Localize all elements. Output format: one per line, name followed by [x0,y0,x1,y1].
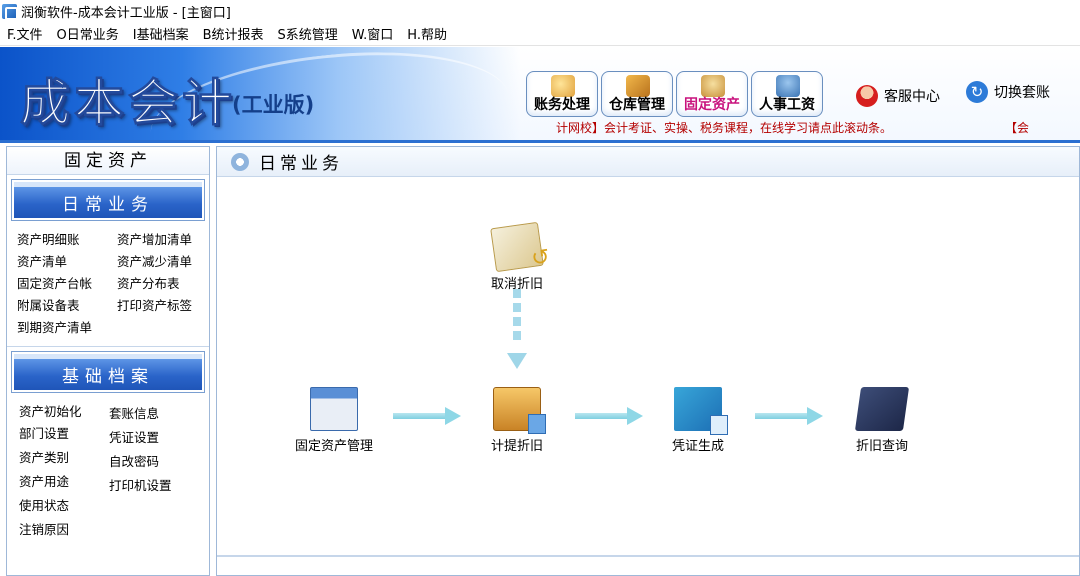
header-banner: 成本会计 (工业版) 账务处理 仓库管理 固定资产 人事工资 客服中心 ↻ 切换… [0,36,1080,194]
app-icon [2,3,18,20]
link-department-settings[interactable]: 部门设置 [19,423,69,442]
scrolling-ticker[interactable]: 计网校】会计考证、实操、税务课程，在线学习请点此滚动条。 [556,119,892,136]
sidebar-title: 固定资产 [7,147,209,175]
daily-business-links: 资产明细账 资产增加清单 资产清单 资产减少清单 固定资产台帐 资产分布表 附属… [7,221,209,347]
title-bar: 润衡软件-成本会计工业版 - [主窗口] [0,0,1080,22]
flow-node-label: 折旧查询 [855,439,908,454]
menu-window[interactable]: W.窗口 [345,24,401,43]
daily-business-section-title: 日常业务 [14,182,202,218]
link-asset-decrease-list[interactable]: 资产减少清单 [117,251,192,270]
switch-account-set-label: 切换套账 [994,85,1050,101]
module-hr-payroll-button[interactable]: 人事工资 [751,71,823,117]
daily-business-section-header[interactable]: 日常业务 [11,179,205,221]
module-label: 人事工资 [759,97,815,113]
refresh-icon: ↻ [966,81,988,103]
menu-basic-records[interactable]: I基础档案 [126,24,196,43]
flow-node-label: 凭证生成 [671,439,724,454]
accrue-depreciation-icon [493,387,546,434]
module-fixed-assets-button[interactable]: 固定资产 [676,71,748,117]
customer-service-label: 客服中心 [884,89,940,105]
module-label: 固定资产 [684,97,740,113]
main-panel-footer-divider [217,555,1079,557]
link-asset-initialization[interactable]: 资产初始化 [19,401,82,420]
menu-help[interactable]: H.帮助 [400,24,454,43]
main-panel: 日常业务 取消折旧 固定资产管理 计提折旧 凭证生成 折旧查询 [216,146,1080,576]
flow-node-generate-voucher[interactable]: 凭证生成 [643,387,753,454]
link-asset-categories[interactable]: 资产类别 [19,447,69,466]
menu-file[interactable]: F.文件 [0,24,50,43]
basic-records-section-title: 基础档案 [14,354,202,390]
fixed-asset-management-icon [310,387,358,431]
main-panel-header: 日常业务 [217,147,1079,177]
menu-daily-business[interactable]: O日常业务 [50,24,126,43]
module-warehouse-button[interactable]: 仓库管理 [601,71,673,117]
customer-service-icon [856,85,878,107]
section-bullet-icon [231,152,249,171]
flow-node-cancel-depreciation[interactable]: 取消折旧 [462,221,572,292]
main-panel-title: 日常业务 [259,154,343,174]
link-printer-settings[interactable]: 打印机设置 [109,475,172,494]
voucher-generation-icon [674,387,728,435]
link-asset-usage[interactable]: 资产用途 [19,471,69,490]
customer-service-link[interactable]: 客服中心 [856,85,940,107]
window-title: 润衡软件-成本会计工业版 - [主窗口] [21,5,231,21]
flow-arrow-right [393,407,461,425]
link-account-set-info[interactable]: 套账信息 [109,403,159,422]
link-print-asset-labels[interactable]: 打印资产标签 [117,295,192,314]
link-usage-status[interactable]: 使用状态 [19,495,69,514]
menu-statistics-reports[interactable]: B统计报表 [196,24,271,43]
flow-arrow-right [755,407,823,425]
flow-arrow-right [575,407,643,425]
flow-node-depreciation-query[interactable]: 折旧查询 [827,387,937,454]
flow-node-label: 固定资产管理 [294,439,373,454]
scrolling-ticker-next[interactable]: 【会 [1005,119,1029,136]
link-asset-distribution[interactable]: 资产分布表 [117,273,180,292]
basic-records-section-header[interactable]: 基础档案 [11,351,205,393]
basic-records-links: 资产初始化 套账信息 部门设置 凭证设置 资产类别 自改密码 资产用途 打印机设… [7,393,209,553]
link-expiring-assets[interactable]: 到期资产清单 [17,317,92,336]
link-asset-increase-list[interactable]: 资产增加清单 [117,229,192,248]
link-voucher-settings[interactable]: 凭证设置 [109,427,159,446]
app-logo: 成本会计 [20,74,236,133]
link-attached-equipment[interactable]: 附属设备表 [17,295,80,314]
flow-node-accrue-depreciation[interactable]: 计提折旧 [462,387,572,454]
switch-account-set-link[interactable]: ↻ 切换套账 [966,81,1050,103]
flow-node-fixed-asset-management[interactable]: 固定资产管理 [279,387,389,454]
module-label: 仓库管理 [609,97,665,113]
link-cancellation-reason[interactable]: 注销原因 [19,519,69,538]
flow-node-label: 计提折旧 [490,439,543,454]
link-asset-list[interactable]: 资产清单 [17,251,67,270]
cancel-depreciation-icon [490,221,544,273]
menu-bar: F.文件 O日常业务 I基础档案 B统计报表 S系统管理 W.窗口 H.帮助 [0,22,1080,46]
sidebar: 固定资产 日常业务 资产明细账 资产增加清单 资产清单 资产减少清单 固定资产台… [6,146,210,576]
module-label: 账务处理 [534,97,590,113]
edition-label: (工业版) [232,93,315,117]
menu-system-management[interactable]: S系统管理 [271,24,345,43]
flow-arrow-down [507,289,527,369]
link-asset-detail-ledger[interactable]: 资产明细账 [17,229,80,248]
module-accounting-button[interactable]: 账务处理 [526,71,598,117]
link-fixed-asset-ledger[interactable]: 固定资产台帐 [17,273,92,292]
depreciation-query-book-icon [854,387,910,431]
link-change-password[interactable]: 自改密码 [109,451,159,470]
